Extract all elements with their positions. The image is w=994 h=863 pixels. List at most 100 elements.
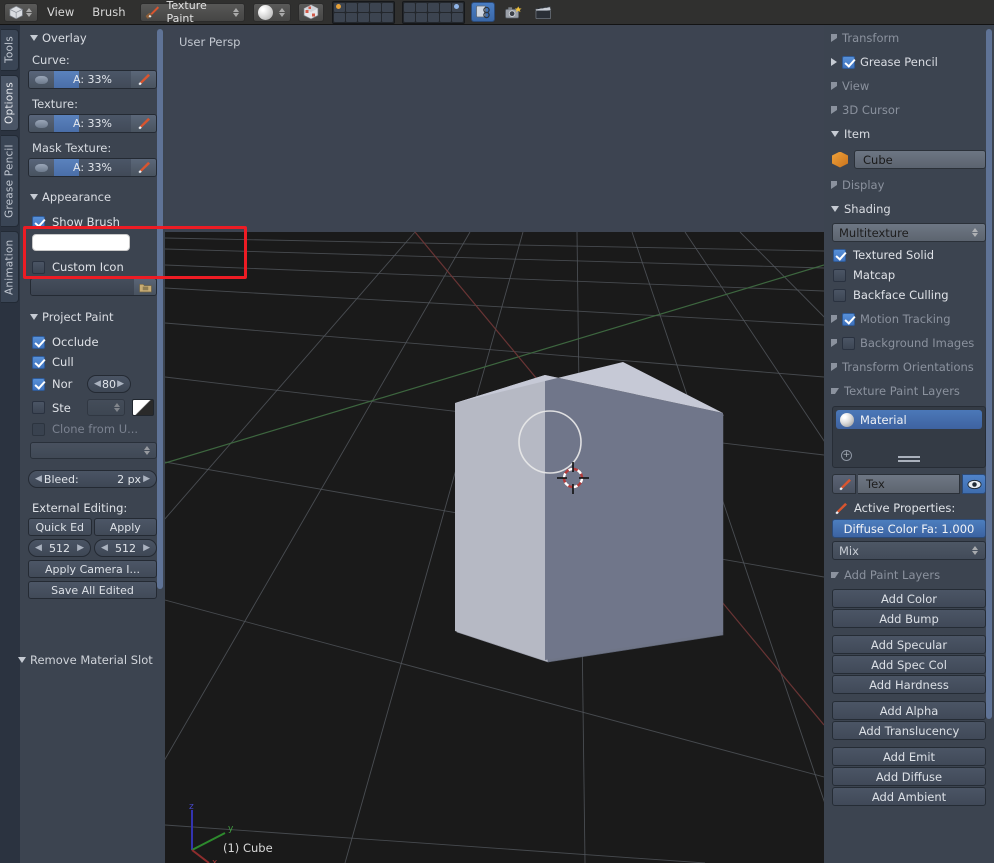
layer-group-1[interactable] — [332, 0, 396, 24]
3d-viewport[interactable]: z y x User Persp (1) Cube — [165, 25, 824, 863]
motion-tracking-checkbox[interactable] — [842, 312, 855, 326]
normal-angle-field[interactable]: ◀ 80 ▶ — [87, 375, 131, 393]
add-material-slot-icon[interactable]: + — [841, 450, 852, 461]
occlude-row[interactable]: Occlude — [20, 329, 165, 352]
curve-brush-icon[interactable] — [131, 71, 156, 88]
backface-culling-checkbox[interactable] — [833, 288, 846, 302]
layer-cell[interactable] — [440, 2, 452, 12]
show-brush-checkbox[interactable] — [32, 215, 45, 229]
add-color-button[interactable]: Add Color — [832, 589, 986, 608]
brush-color-swatch[interactable] — [32, 234, 130, 251]
clone-row[interactable]: Clone from U... — [20, 419, 165, 439]
mask-visibility-icon[interactable] — [29, 159, 54, 176]
menu-view[interactable]: View — [38, 3, 83, 22]
chevron-left-icon[interactable]: ◀ — [35, 543, 42, 553]
chevron-left-icon[interactable]: ◀ — [101, 543, 108, 553]
custom-icon-path-field[interactable] — [30, 278, 157, 296]
section-transform-orientations[interactable]: Transform Orientations — [824, 355, 994, 379]
curve-overlay-widget[interactable]: A: 33% — [28, 70, 157, 89]
sidebar-item-grease-pencil[interactable]: Grease Pencil — [1, 135, 19, 227]
remove-material-slot-header[interactable]: Remove Material Slot — [14, 648, 166, 672]
section-3d-cursor[interactable]: 3D Cursor — [824, 98, 994, 122]
matcap-row[interactable]: Matcap — [824, 265, 994, 285]
material-slot-list[interactable]: Material + — [832, 406, 986, 468]
backface-culling-row[interactable]: Backface Culling — [824, 285, 994, 305]
mask-alpha-slider[interactable]: A: 33% — [54, 159, 131, 176]
mode-selector[interactable]: Texture Paint — [140, 0, 246, 25]
section-grease-pencil[interactable]: Grease Pencil — [824, 50, 994, 74]
custom-icon-row[interactable]: Custom Icon — [20, 255, 165, 277]
add-specular-button[interactable]: Add Specular — [832, 635, 986, 654]
layer-cell[interactable] — [382, 2, 394, 12]
normal-row[interactable]: Nor ◀ 80 ▶ — [20, 372, 165, 396]
layer-cell[interactable] — [334, 2, 346, 12]
section-texture-paint-layers[interactable]: Texture Paint Layers — [824, 379, 994, 403]
texture-overlay-widget[interactable]: A: 33% — [28, 114, 157, 133]
quick-edit-button[interactable]: Quick Ed — [28, 518, 92, 536]
section-item[interactable]: Item — [824, 122, 994, 146]
texture-visibility-icon[interactable] — [962, 474, 986, 494]
grease-pencil-checkbox[interactable] — [842, 55, 855, 69]
background-images-checkbox[interactable] — [842, 336, 855, 350]
texture-slot-row[interactable]: Tex — [832, 474, 986, 494]
stencil-stepper[interactable] — [87, 399, 125, 416]
curve-visibility-icon[interactable] — [29, 71, 54, 88]
sidebar-item-animation[interactable]: Animation — [1, 231, 19, 303]
textured-solid-toggle[interactable] — [298, 2, 325, 22]
texture-visibility-icon[interactable] — [29, 115, 54, 132]
section-appearance[interactable]: Appearance — [20, 180, 165, 209]
custom-icon-path-input[interactable] — [31, 279, 134, 295]
layer-cell[interactable] — [416, 12, 428, 22]
mask-overlay-widget[interactable]: A: 33% — [28, 158, 157, 177]
add-bump-button[interactable]: Add Bump — [832, 609, 986, 628]
layer-cell[interactable] — [346, 12, 358, 22]
layer-cell[interactable] — [404, 2, 416, 12]
apply-camera-image-button[interactable]: Apply Camera I... — [28, 560, 157, 578]
chevron-right-icon[interactable]: ▶ — [143, 474, 150, 484]
chevron-left-icon[interactable]: ◀ — [35, 474, 42, 484]
section-motion-tracking[interactable]: Motion Tracking — [824, 305, 994, 331]
editor-type-selector[interactable] — [4, 2, 38, 22]
textured-solid-checkbox[interactable] — [833, 248, 846, 262]
list-resize-grip[interactable] — [898, 456, 920, 458]
sidebar-item-options[interactable]: Options — [1, 75, 19, 131]
render-camera-icon[interactable] — [501, 2, 525, 22]
stencil-row[interactable]: Ste — [20, 396, 165, 419]
layer-cell[interactable] — [382, 12, 394, 22]
layer-cell[interactable] — [452, 12, 464, 22]
layer-group-2[interactable] — [402, 0, 466, 24]
chevron-right-icon[interactable]: ▶ — [77, 543, 84, 553]
section-overlay[interactable]: Overlay — [20, 25, 165, 50]
texture-name-field[interactable]: Tex — [858, 474, 960, 494]
material-slot-row[interactable]: Material — [836, 410, 982, 429]
add-spec-col-button[interactable]: Add Spec Col — [832, 655, 986, 674]
layer-cell[interactable] — [416, 2, 428, 12]
section-shading[interactable]: Shading — [824, 197, 994, 221]
bleed-field[interactable]: ◀ Bleed: 2 px ▶ — [28, 470, 157, 488]
sidebar-item-tools[interactable]: Tools — [1, 29, 19, 71]
stencil-ramp-swatch[interactable] — [132, 399, 154, 416]
curve-alpha-slider[interactable]: A: 33% — [54, 71, 131, 88]
add-ambient-button[interactable]: Add Ambient — [832, 787, 986, 806]
shading-method-select[interactable]: Multitexture — [832, 223, 986, 242]
textured-solid-row[interactable]: Textured Solid — [824, 245, 994, 265]
occlude-checkbox[interactable] — [32, 335, 45, 349]
normal-checkbox[interactable] — [32, 377, 45, 391]
chevron-right-icon[interactable]: ▶ — [143, 543, 150, 553]
clone-checkbox[interactable] — [32, 422, 45, 436]
item-object-row[interactable]: Cube — [824, 150, 994, 169]
edit-height-field[interactable]: ◀ 512 ▶ — [94, 539, 157, 557]
section-transform[interactable]: Transform — [824, 25, 994, 50]
chevron-right-icon[interactable]: ▶ — [117, 379, 124, 389]
texture-alpha-slider[interactable]: A: 33% — [54, 115, 131, 132]
add-emit-button[interactable]: Add Emit — [832, 747, 986, 766]
chevron-left-icon[interactable]: ◀ — [94, 379, 101, 389]
edit-width-field[interactable]: ◀ 512 ▶ — [28, 539, 91, 557]
layer-cell[interactable] — [428, 12, 440, 22]
stencil-checkbox[interactable] — [32, 401, 45, 414]
clone-layer-select[interactable] — [30, 442, 157, 459]
show-brush-row[interactable]: Show Brush — [20, 209, 165, 232]
add-diffuse-button[interactable]: Add Diffuse — [832, 767, 986, 786]
layer-cell[interactable] — [334, 12, 346, 22]
object-name-field[interactable]: Cube — [854, 150, 986, 169]
